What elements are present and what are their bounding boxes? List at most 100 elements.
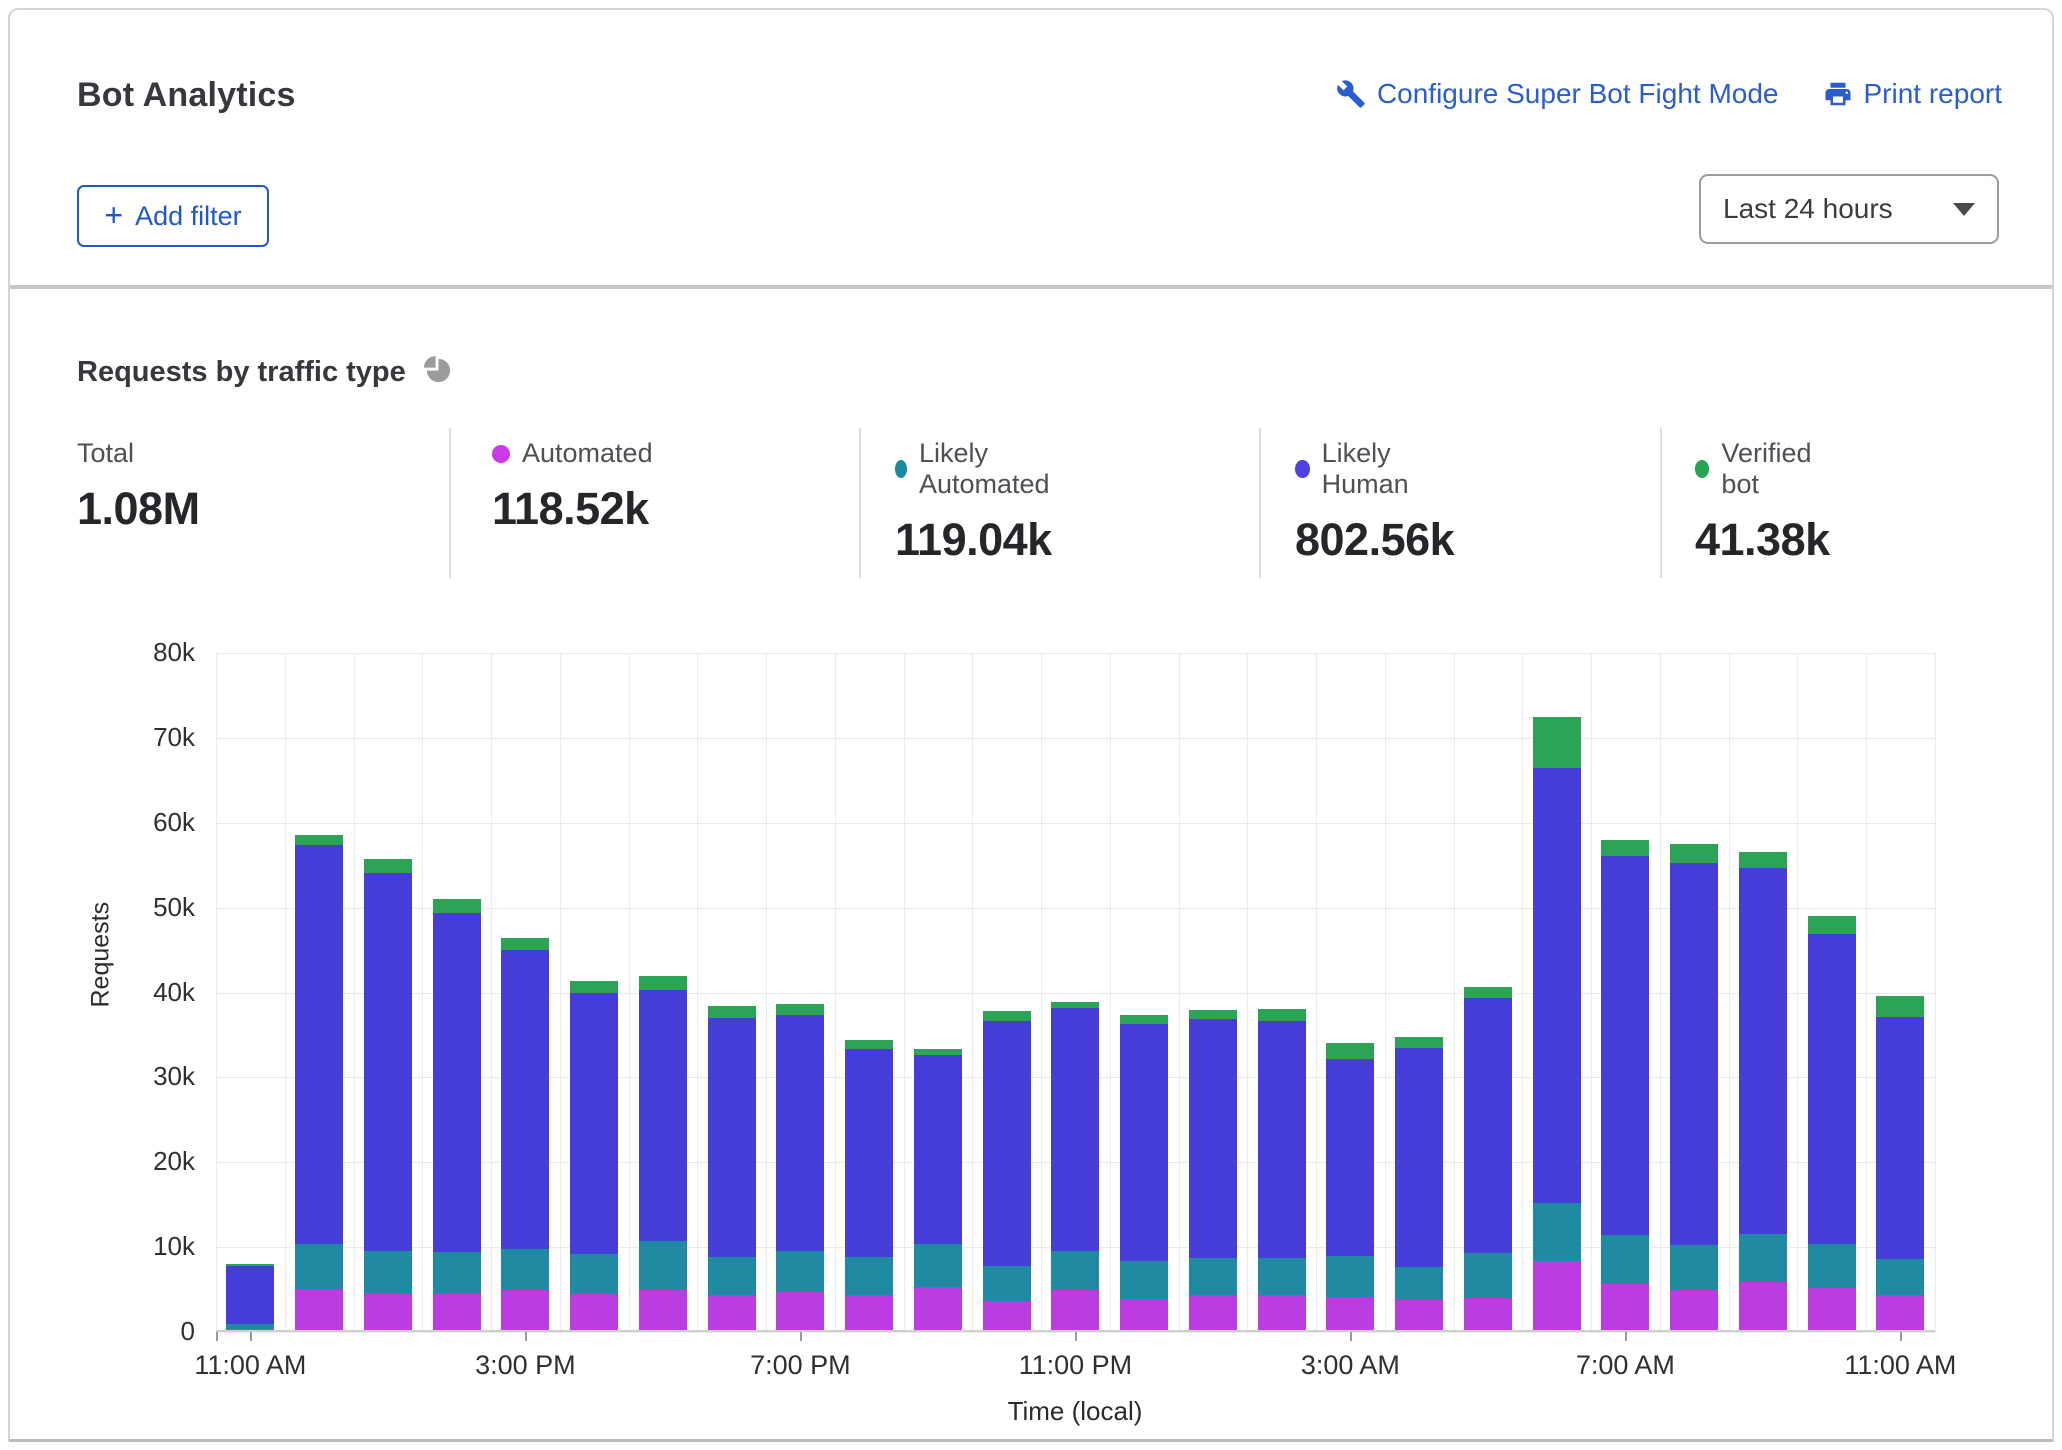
bar-segment-likely-automated[interactable] [1808,1244,1856,1288]
bar-segment-likely-human[interactable] [1395,1048,1443,1267]
bar-5:00-pm-6[interactable] [639,976,687,1332]
bar-12:00-pm-1[interactable] [295,835,343,1332]
bar-segment-verified-bot[interactable] [1876,996,1924,1017]
bar-segment-automated[interactable] [983,1301,1031,1332]
bar-segment-verified-bot[interactable] [570,981,618,992]
bar-segment-verified-bot[interactable] [433,899,481,913]
bar-segment-automated[interactable] [295,1289,343,1332]
bar-4:00-pm-5[interactable] [570,981,618,1332]
bar-segment-verified-bot[interactable] [1601,840,1649,856]
bar-8:00-am-21[interactable] [1670,844,1718,1332]
bar-5:00-am-18[interactable] [1464,987,1512,1332]
bar-9:00-am-22[interactable] [1739,852,1787,1332]
bar-segment-automated[interactable] [1533,1261,1581,1332]
bar-segment-likely-human[interactable] [845,1049,893,1257]
bar-11:00-am-24[interactable] [1876,996,1924,1332]
bar-segment-likely-automated[interactable] [1670,1245,1718,1289]
bar-segment-likely-human[interactable] [983,1021,1031,1265]
bar-segment-automated[interactable] [845,1295,893,1332]
bar-segment-likely-human[interactable] [776,1015,824,1251]
bar-segment-verified-bot[interactable] [1533,717,1581,768]
bar-segment-verified-bot[interactable] [1051,1002,1099,1008]
bar-segment-verified-bot[interactable] [639,976,687,990]
bar-3:00-pm-4[interactable] [501,938,549,1332]
bar-segment-likely-human[interactable] [1876,1017,1924,1259]
bar-8:00-pm-9[interactable] [845,1040,893,1332]
bar-10:00-pm-11[interactable] [983,1011,1031,1332]
bar-segment-likely-automated[interactable] [501,1249,549,1291]
bar-segment-automated[interactable] [639,1290,687,1332]
bar-segment-verified-bot[interactable] [1395,1037,1443,1048]
bar-7:00-am-20[interactable] [1601,840,1649,1332]
bar-segment-likely-human[interactable] [1464,998,1512,1253]
stat-likely-automated[interactable]: Likely Automated 119.04k [895,438,1056,566]
bar-segment-likely-human[interactable] [1120,1024,1168,1261]
bar-segment-automated[interactable] [1051,1290,1099,1332]
bar-11:00-am-0[interactable] [226,1264,274,1332]
bar-3:00-am-16[interactable] [1326,1043,1374,1332]
bar-7:00-pm-8[interactable] [776,1004,824,1332]
bar-segment-likely-automated[interactable] [983,1266,1031,1301]
bar-segment-likely-human[interactable] [570,993,618,1254]
bar-6:00-pm-7[interactable] [708,1006,756,1332]
bar-segment-verified-bot[interactable] [501,938,549,950]
bar-segment-verified-bot[interactable] [1258,1009,1306,1021]
bar-segment-likely-automated[interactable] [1120,1261,1168,1299]
bar-12:00-am-13[interactable] [1120,1015,1168,1332]
bar-segment-likely-human[interactable] [1189,1019,1237,1258]
bar-9:00-pm-10[interactable] [914,1049,962,1332]
bar-segment-likely-automated[interactable] [226,1324,274,1329]
bar-1:00-am-14[interactable] [1189,1010,1237,1332]
bar-segment-verified-bot[interactable] [1189,1010,1237,1018]
bar-segment-verified-bot[interactable] [1739,852,1787,867]
bar-2:00-am-15[interactable] [1258,1009,1306,1332]
bar-segment-verified-bot[interactable] [914,1049,962,1056]
stat-verified-bot[interactable]: Verified bot 41.38k [1695,438,1830,566]
bar-segment-likely-human[interactable] [914,1055,962,1243]
bar-segment-automated[interactable] [1739,1282,1787,1332]
stat-automated[interactable]: Automated 118.52k [492,438,653,535]
bar-segment-likely-automated[interactable] [295,1244,343,1289]
bar-segment-likely-automated[interactable] [1051,1251,1099,1291]
bar-segment-likely-human[interactable] [1326,1059,1374,1257]
bar-segment-verified-bot[interactable] [1464,987,1512,998]
bar-segment-verified-bot[interactable] [983,1011,1031,1021]
stat-likely-human[interactable]: Likely Human 802.56k [1295,438,1454,566]
bar-segment-automated[interactable] [1120,1299,1168,1332]
bar-segment-verified-bot[interactable] [708,1006,756,1018]
bar-10:00-am-23[interactable] [1808,916,1856,1332]
bar-segment-likely-human[interactable] [364,873,412,1251]
bar-segment-automated[interactable] [1326,1297,1374,1332]
bar-segment-likely-automated[interactable] [1189,1258,1237,1294]
bar-segment-automated[interactable] [1189,1295,1237,1332]
bar-segment-likely-automated[interactable] [639,1241,687,1290]
add-filter-button[interactable]: + Add filter [77,185,269,247]
bar-segment-likely-automated[interactable] [433,1252,481,1294]
bar-segment-automated[interactable] [226,1329,274,1332]
bar-segment-verified-bot[interactable] [776,1004,824,1016]
bar-segment-likely-human[interactable] [433,913,481,1253]
bar-segment-verified-bot[interactable] [295,835,343,845]
bar-segment-likely-human[interactable] [1670,863,1718,1246]
bar-segment-likely-human[interactable] [295,845,343,1244]
bar-segment-likely-human[interactable] [708,1018,756,1257]
bar-segment-likely-automated[interactable] [1464,1253,1512,1298]
bar-segment-automated[interactable] [433,1294,481,1332]
bar-segment-likely-automated[interactable] [914,1244,962,1287]
bar-segment-likely-human[interactable] [1739,868,1787,1234]
bar-segment-likely-automated[interactable] [1601,1235,1649,1284]
bar-segment-likely-automated[interactable] [1533,1203,1581,1261]
bar-segment-likely-human[interactable] [1258,1021,1306,1259]
bar-segment-automated[interactable] [776,1292,824,1332]
bar-segment-automated[interactable] [364,1294,412,1332]
bar-segment-likely-automated[interactable] [776,1251,824,1292]
bar-segment-likely-human[interactable] [1051,1008,1099,1251]
bar-segment-verified-bot[interactable] [845,1040,893,1049]
bar-segment-likely-automated[interactable] [708,1257,756,1294]
bar-segment-likely-automated[interactable] [1395,1267,1443,1300]
bar-1:00-pm-2[interactable] [364,859,412,1332]
bar-segment-verified-bot[interactable] [1120,1015,1168,1023]
configure-super-bot-fight-mode-link[interactable]: Configure Super Bot Fight Mode [1336,78,1779,110]
bar-segment-verified-bot[interactable] [1808,916,1856,934]
bar-segment-likely-automated[interactable] [1739,1234,1787,1282]
